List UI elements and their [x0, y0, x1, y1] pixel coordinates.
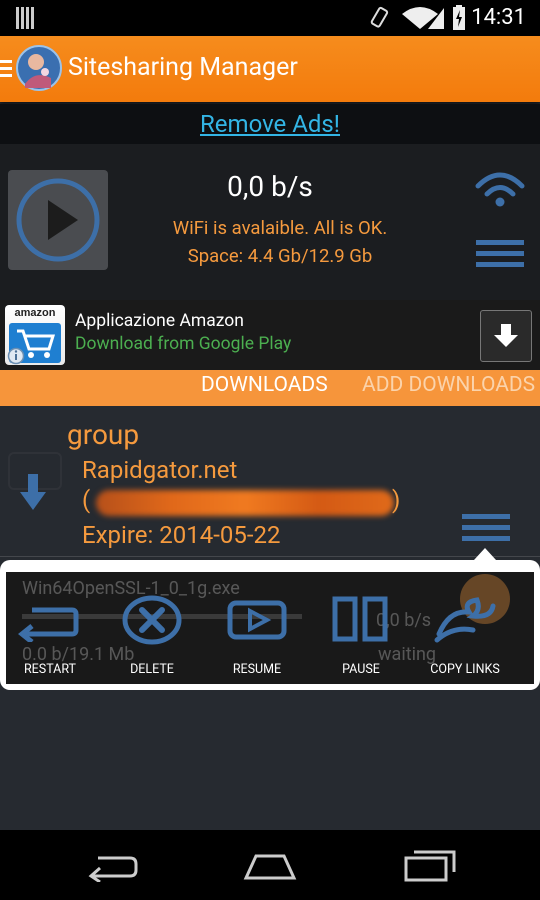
space-text: Space: 4.4 Gb/12.9 Gb — [187, 245, 373, 267]
tab-downloads[interactable]: DOWNLOADS — [201, 373, 328, 397]
popup-pointer — [474, 548, 496, 560]
pause-icon — [332, 596, 388, 642]
back-icon[interactable] — [86, 852, 140, 882]
amazon-logo: amazon — [5, 305, 65, 365]
settings-menu-icon[interactable] — [476, 238, 526, 270]
drawer-menu-icon[interactable] — [0, 58, 14, 80]
group-paren-open: ( — [82, 486, 91, 514]
group-host: Rapidgator.net — [82, 456, 238, 484]
group-name: group — [67, 418, 140, 451]
delete-icon — [122, 595, 182, 645]
ad-banner[interactable]: amazon Applicazione Amazon Download from… — [0, 300, 540, 370]
copy-links-button[interactable]: COPY LINKS — [415, 592, 515, 684]
restart-icon — [18, 607, 79, 642]
resume-icon — [227, 600, 287, 640]
copy-links-label: COPY LINKS — [430, 662, 500, 677]
info-icon[interactable] — [7, 347, 25, 365]
action-bar: Sitesharing Manager — [0, 36, 540, 102]
group-menu-icon[interactable] — [462, 510, 510, 550]
rotation-icon — [370, 6, 389, 28]
ad-download-button[interactable] — [480, 310, 532, 362]
ad-title: Applicazione Amazon — [75, 311, 244, 331]
status-bar: 14:31 — [0, 0, 540, 36]
navigation-bar — [0, 830, 540, 900]
app-title: Sitesharing Manager — [68, 53, 298, 82]
ad-subtitle: Download from Google Play — [75, 334, 292, 354]
tab-add-downloads[interactable]: ADD DOWNLOADS — [362, 373, 535, 397]
download-arrow-icon — [494, 324, 518, 347]
recent-apps-icon[interactable] — [402, 848, 458, 882]
remove-ads-link[interactable]: Remove Ads! — [200, 110, 340, 138]
restart-button[interactable]: RESTART — [0, 592, 100, 684]
clock: 14:31 — [471, 5, 526, 30]
divider — [0, 556, 540, 557]
speed-readout: 0,0 b/s — [227, 170, 313, 203]
pause-button[interactable]: PAUSE — [311, 592, 411, 684]
delete-label: DELETE — [130, 662, 174, 677]
group-expire: Expire: 2014-05-22 — [82, 521, 281, 549]
resume-label: RESUME — [232, 662, 282, 677]
app-logo-icon[interactable] — [15, 44, 63, 92]
copy-links-icon — [434, 597, 496, 643]
amazon-logo-text: amazon — [14, 307, 56, 319]
resume-button[interactable]: RESUME — [207, 592, 307, 684]
sim-card-icon — [16, 7, 34, 29]
group-download-icon — [20, 474, 46, 510]
remove-ads-bar: Remove Ads! — [0, 104, 540, 144]
stats-panel: 0,0 b/s WiFi is avalaible. All is OK. Sp… — [0, 144, 540, 300]
redacted-text — [96, 490, 394, 516]
home-icon[interactable] — [242, 852, 298, 882]
restart-label: RESTART — [23, 662, 77, 677]
delete-button[interactable]: DELETE — [102, 592, 202, 684]
play-button[interactable] — [8, 170, 108, 270]
battery-charging-icon — [453, 5, 465, 30]
play-icon — [16, 178, 100, 262]
cell-signal-icon — [428, 8, 444, 29]
group-paren-close: ) — [392, 486, 401, 514]
wifi-icon[interactable] — [474, 170, 526, 210]
wifi-status-text: WiFi is avalaible. All is OK. — [172, 217, 388, 239]
pause-label: PAUSE — [342, 662, 380, 677]
tab-bar: DOWNLOADS ADD DOWNLOADS — [0, 370, 540, 406]
